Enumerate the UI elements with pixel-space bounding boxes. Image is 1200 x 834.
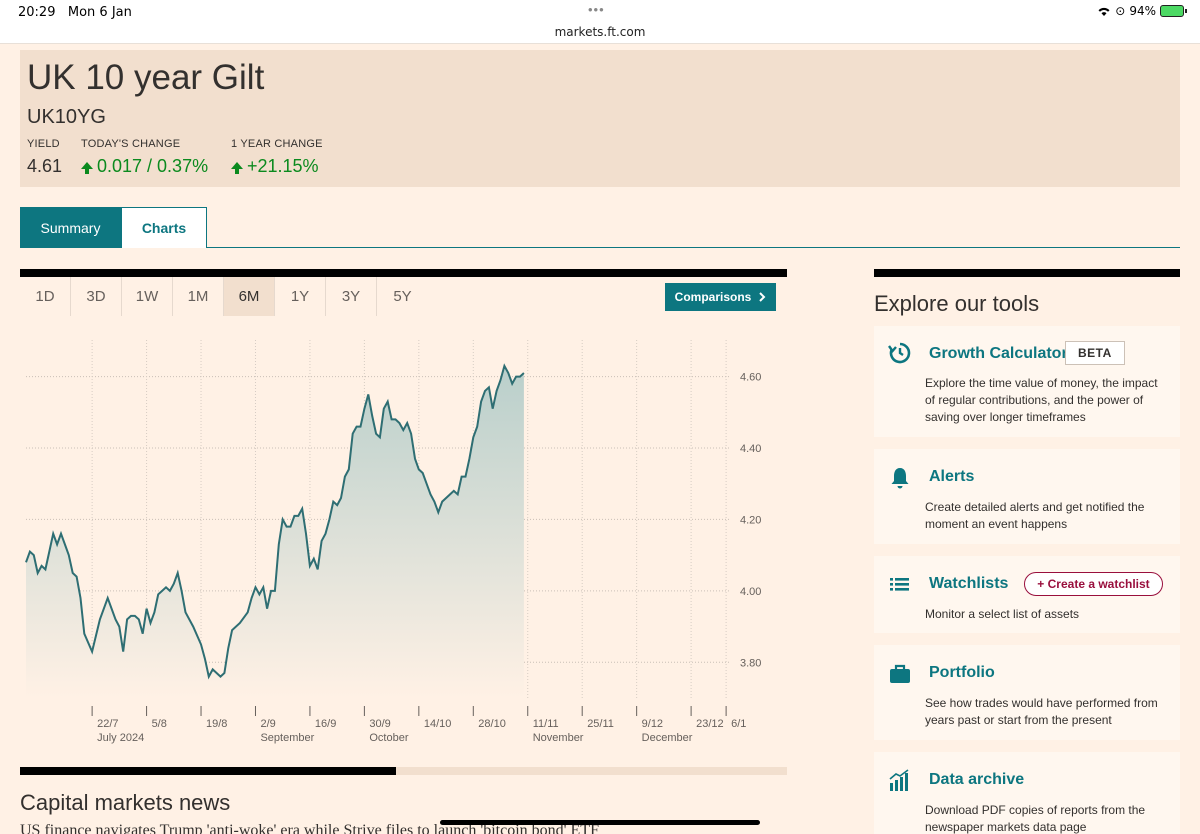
year-change-stat: 1 YEAR CHANGE +21.15% [231,138,323,177]
chart-bar-icon [889,769,909,791]
range-3d[interactable]: 3D [71,277,122,316]
tool-card-portfolio[interactable]: Portfolio See how trades would have perf… [874,645,1180,740]
todays-change-value: 0.017 / 0.37% [97,156,209,176]
x-period-label: September [260,732,314,744]
ticker-symbol: UK10YG [27,106,106,128]
x-period-label: December [642,732,693,744]
comparisons-button[interactable]: Comparisons [665,283,776,311]
x-period-label: November [533,732,584,744]
todays-change-label: TODAY'S CHANGE [81,138,181,150]
tab-bar: Summary Charts [20,207,1180,248]
yield-label: YIELD [27,138,60,150]
arrow-up-icon [231,162,243,174]
beta-badge: BETA [1065,341,1125,365]
bell-icon [891,468,909,489]
x-tick-label: 22/7 [97,718,118,730]
x-tick-label: 14/10 [424,718,452,730]
y-tick-label: 4.60 [740,372,761,384]
chevron-right-icon [759,292,766,302]
tab-summary[interactable]: Summary [20,207,121,248]
x-tick-label: 25/11 [587,718,614,730]
tool-desc-alerts: Create detailed alerts and get notified … [925,500,1145,531]
range-selector: 1D 3D 1W 1M 6M 1Y 3Y 5Y [20,277,428,316]
tool-title-portfolio[interactable]: Portfolio [929,664,995,682]
battery-percent: 94% [1129,4,1156,18]
y-tick-label: 3.80 [740,657,761,669]
tool-card-watchlists[interactable]: Watchlists + Create a watchlist Monitor … [874,556,1180,633]
home-indicator [440,820,760,825]
growth-clock-icon [888,342,911,364]
comparisons-label: Comparisons [674,290,752,304]
status-bar: 20:29 Mon 6 Jan ••• markets.ft.com ⊙ 94% [0,0,1200,44]
x-tick-label: 16/9 [315,718,336,730]
range-6m[interactable]: 6M [224,277,275,316]
x-tick-label: 28/10 [478,718,506,730]
range-3y[interactable]: 3Y [326,277,377,316]
year-change-label: 1 YEAR CHANGE [231,138,323,150]
x-tick-label: 11/11 [533,718,559,730]
address-bar[interactable]: markets.ft.com [0,25,1200,39]
arrow-up-icon [81,162,93,174]
tool-title-data-archive[interactable]: Data archive [929,771,1024,789]
tool-title-alerts[interactable]: Alerts [929,468,974,486]
year-change-value: +21.15% [247,156,319,176]
range-1m[interactable]: 1M [173,277,224,316]
lock-rotation-icon: ⊙ [1115,4,1126,18]
x-tick-label: 2/9 [260,718,275,730]
y-tick-label: 4.00 [740,586,761,598]
wifi-icon [1098,7,1110,16]
create-watchlist-button[interactable]: + Create a watchlist [1024,572,1163,596]
tool-desc-data-archive: Download PDF copies of reports from the … [925,803,1146,834]
chart-top-rule [20,269,787,277]
tab-menu-dots[interactable]: ••• [588,2,605,17]
x-tick-label: 5/8 [152,718,167,730]
x-tick-label: 30/9 [369,718,390,730]
tools-top-rule [874,269,1180,277]
x-period-label: October [369,732,408,744]
x-tick-label: 6/1 [731,718,746,730]
chart-scroll-thumb[interactable] [20,767,396,775]
range-1w[interactable]: 1W [122,277,173,316]
x-tick-label: 19/8 [206,718,227,730]
tool-title-watchlists[interactable]: Watchlists [929,575,1008,593]
yield-value: 4.61 [27,156,63,176]
x-tick-label: 23/12 [696,718,724,730]
chart-area-fill [26,365,524,698]
tool-title-growth-calculator[interactable]: Growth Calculator [929,345,1068,363]
news-section-title: Capital markets news [20,790,231,815]
y-tick-label: 4.20 [740,514,761,526]
page-title: UK 10 year Gilt [27,58,265,97]
x-tick-label: 9/12 [642,718,663,730]
battery-icon [1160,5,1187,17]
x-period-label: July 2024 [97,732,144,744]
range-5y[interactable]: 5Y [377,277,428,316]
tool-card-alerts[interactable]: Alerts Create detailed alerts and get no… [874,449,1180,544]
todays-change-stat: TODAY'S CHANGE 0.017 / 0.37% [81,138,208,177]
tab-charts[interactable]: Charts [121,207,207,248]
tool-card-data-archive[interactable]: Data archive Download PDF copies of repo… [874,752,1180,834]
security-header: UK 10 year Gilt UK10YG YIELD 4.61 TODAY'… [20,50,1180,187]
tool-card-growth-calculator[interactable]: Growth Calculator BETA Explore the time … [874,326,1180,437]
range-1d[interactable]: 1D [20,277,71,316]
tool-desc-portfolio: See how trades would have performed from… [925,696,1158,727]
range-1y[interactable]: 1Y [275,277,326,316]
tool-desc-growth-calculator: Explore the time value of money, the imp… [925,376,1158,424]
status-time: 20:29 Mon 6 Jan [18,5,132,20]
y-tick-label: 4.40 [740,443,761,455]
list-icon [890,578,909,591]
status-indicators: ⊙ 94% [1097,4,1187,18]
briefcase-icon [890,664,910,683]
tools-title: Explore our tools [874,291,1040,316]
yield-stat: YIELD 4.61 [27,138,62,177]
tool-desc-watchlists: Monitor a select list of assets [925,607,1080,621]
price-chart[interactable]: 3.80 4.00 4.20 4.40 4.60 22/7 July 2024 5/8 19/8… [20,340,780,750]
